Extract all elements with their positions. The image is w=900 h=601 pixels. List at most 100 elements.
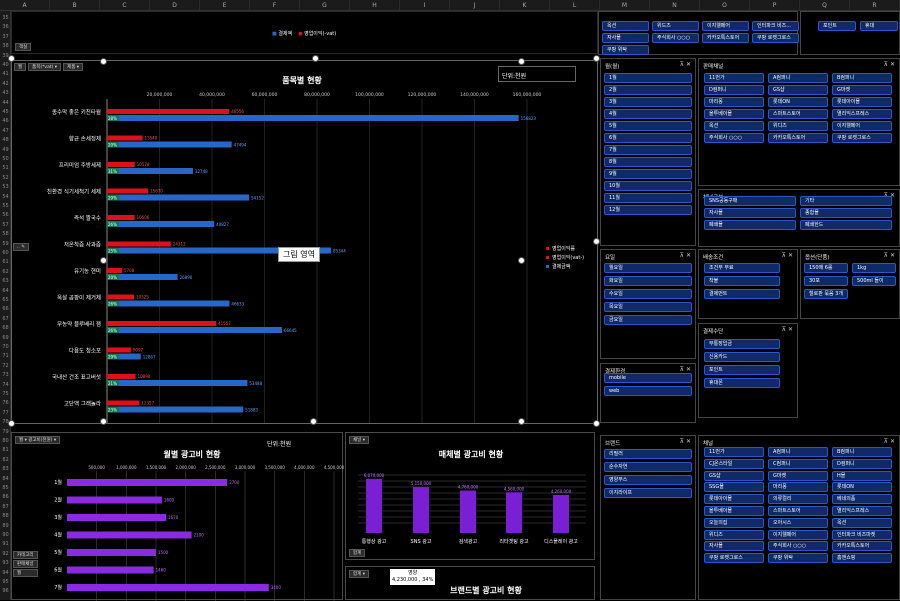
- row-label[interactable]: 48: [0, 137, 11, 143]
- row-label[interactable]: 75: [0, 391, 11, 397]
- resize-handle[interactable]: [100, 58, 107, 65]
- slicer-item[interactable]: 30포: [804, 276, 848, 286]
- top-right-slicer[interactable]: [800, 11, 900, 55]
- slicer-item[interactable]: 이지라이프: [604, 488, 692, 498]
- slicer-item[interactable]: 1월: [604, 73, 692, 83]
- slicer-item[interactable]: 5월: [604, 121, 692, 131]
- row-label[interactable]: 83: [0, 466, 11, 472]
- slicer-item[interactable]: 무통장입금: [704, 339, 780, 349]
- column-label[interactable]: K: [500, 0, 550, 10]
- slicer-item[interactable]: 500ml 들이: [852, 276, 896, 286]
- slicer-item[interactable]: 올투베이몰: [704, 109, 764, 119]
- slicer-item[interactable]: 롯데ON: [768, 97, 828, 107]
- filter-clear-icon[interactable]: ⊼ ✕: [680, 438, 691, 445]
- row-label[interactable]: 89: [0, 523, 11, 529]
- row-label[interactable]: 64: [0, 288, 11, 294]
- slicer-item[interactable]: 철로판 묶음 3개: [804, 289, 848, 299]
- row-label[interactable]: 96: [0, 588, 11, 594]
- row-label[interactable]: 90: [0, 532, 11, 538]
- resize-handle[interactable]: [310, 418, 317, 425]
- slicer-item[interactable]: 6월: [604, 133, 692, 143]
- row-label[interactable]: 45: [0, 109, 11, 115]
- row-label[interactable]: 62: [0, 269, 11, 275]
- row-label[interactable]: 67: [0, 316, 11, 322]
- filter-clear-icon[interactable]: ⊼ ✕: [782, 252, 793, 259]
- slicer-item[interactable]: H몰: [832, 470, 892, 481]
- month-ad-panel[interactable]: 월 ▾ 광고비(천원) ▾ 월별 광고비 현황 단위:천원 500,000 1,000…: [11, 432, 344, 601]
- row-label[interactable]: 91: [0, 541, 11, 547]
- slicer-item[interactable]: 포인트: [704, 365, 780, 375]
- row-label[interactable]: 80: [0, 438, 11, 444]
- slicer-item[interactable]: B컴퍼니: [832, 73, 892, 83]
- media-total-button[interactable]: 합계: [349, 549, 366, 557]
- row-label[interactable]: 54: [0, 194, 11, 200]
- top-chart-strip[interactable]: 객실 ■ 결제액 ● 영업이익(-vat): [11, 11, 598, 54]
- slicer-item[interactable]: 홈앤쇼핑: [832, 553, 892, 564]
- slicer-item[interactable]: 롯데아이몰: [704, 494, 764, 505]
- slicer-item[interactable]: 카카오톡스토어: [832, 541, 892, 552]
- slicer-item[interactable]: 1kg: [852, 263, 896, 273]
- slicer-item[interactable]: 이지웰페어: [768, 529, 828, 540]
- filter-clear-icon[interactable]: ⊼ ✕: [680, 366, 691, 373]
- row-label[interactable]: 82: [0, 457, 11, 463]
- slicer-item[interactable]: SNS공동구매: [704, 196, 796, 206]
- slicer-item[interactable]: 휴대: [860, 21, 898, 31]
- slicer-item[interactable]: 자사몰: [602, 33, 649, 43]
- row-label[interactable]: 61: [0, 259, 11, 265]
- column-label[interactable]: B: [50, 0, 100, 10]
- resize-handle[interactable]: [100, 418, 107, 425]
- slicer-item[interactable]: 롯데ON: [832, 482, 892, 493]
- column-label[interactable]: F: [250, 0, 300, 10]
- slicer-item[interactable]: 11번가: [704, 447, 764, 457]
- row-label[interactable]: 76: [0, 400, 11, 406]
- row-label[interactable]: 95: [0, 579, 11, 585]
- slicer-item[interactable]: 2월: [604, 85, 692, 95]
- slicer-item[interactable]: 폐쇄한드: [800, 220, 892, 230]
- slicer-item[interactable]: 쿠팡 위탁: [602, 45, 649, 55]
- row-label[interactable]: 77: [0, 410, 11, 416]
- slicer-item[interactable]: CJ온스타일: [704, 458, 764, 469]
- row-label[interactable]: 84: [0, 476, 11, 482]
- row-label[interactable]: 69: [0, 335, 11, 341]
- slicer-item[interactable]: 신용카드: [704, 352, 780, 362]
- row-label[interactable]: 41: [0, 71, 11, 77]
- resize-handle[interactable]: [8, 420, 15, 427]
- slicer-item[interactable]: 이지웰페어: [832, 121, 892, 131]
- slicer-item[interactable]: 스마트스토어: [768, 109, 828, 119]
- slicer-item[interactable]: web: [604, 386, 692, 396]
- slicer-item[interactable]: 포인트: [818, 21, 856, 31]
- slicer-item[interactable]: 옥션: [832, 517, 892, 528]
- slicer-item[interactable]: 마리몽: [704, 97, 764, 107]
- row-label[interactable]: 65: [0, 297, 11, 303]
- slicer-item[interactable]: 주식회사 ○○○: [768, 541, 828, 552]
- column-label[interactable]: R: [850, 0, 900, 10]
- slicer-item[interactable]: G마켓: [768, 470, 828, 481]
- filter-clear-icon[interactable]: ⊼ ✕: [884, 252, 895, 259]
- row-label[interactable]: 88: [0, 513, 11, 519]
- slicer-item[interactable]: 마리몽: [768, 482, 828, 493]
- side-btn-channel[interactable]: 판매채널: [13, 560, 38, 568]
- row-label[interactable]: 47: [0, 128, 11, 134]
- slicer-item[interactable]: C컴퍼니: [768, 458, 828, 469]
- column-label[interactable]: N: [650, 0, 700, 10]
- slicer-item[interactable]: 수요일: [604, 289, 692, 299]
- row-label[interactable]: 94: [0, 570, 11, 576]
- slicer-item[interactable]: 11번가: [704, 73, 764, 83]
- slicer-item[interactable]: G마켓: [832, 85, 892, 95]
- slicer-item[interactable]: D컴퍼니: [832, 458, 892, 469]
- slicer-item[interactable]: 자사몰: [704, 208, 796, 218]
- row-label[interactable]: 56: [0, 212, 11, 218]
- column-label[interactable]: I: [400, 0, 450, 10]
- brand-slicer[interactable]: 브랜드 ⊼ ✕: [600, 435, 696, 600]
- slicer-item[interactable]: 위드즈: [652, 21, 699, 31]
- column-label[interactable]: E: [200, 0, 250, 10]
- slicer-item[interactable]: mobile: [604, 373, 692, 383]
- slicer-item[interactable]: 종합몰: [800, 208, 892, 218]
- slicer-item[interactable]: 베네의품: [832, 494, 892, 505]
- row-label[interactable]: 74: [0, 382, 11, 388]
- row-label[interactable]: 37: [0, 34, 11, 40]
- slicer-item[interactable]: GS샵: [768, 85, 828, 95]
- row-label[interactable]: 63: [0, 278, 11, 284]
- row-label[interactable]: 60: [0, 250, 11, 256]
- column-label[interactable]: A: [0, 0, 50, 10]
